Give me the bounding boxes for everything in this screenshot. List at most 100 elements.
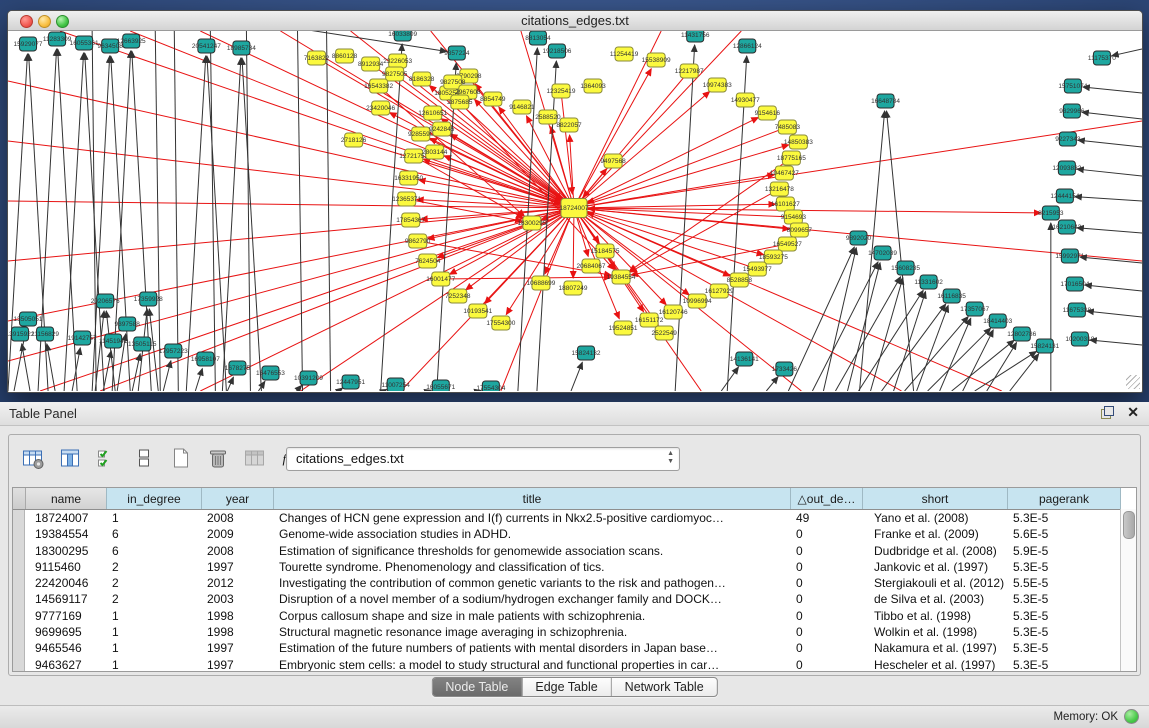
table-cell[interactable]: 0 xyxy=(790,608,862,624)
graph-node[interactable]: 15184575 xyxy=(591,244,620,258)
table-cell[interactable]: 1997 xyxy=(201,640,273,656)
graph-node[interactable]: 9862790 xyxy=(405,234,431,248)
table-cell[interactable]: 0 xyxy=(790,657,862,672)
graph-node[interactable]: 11007254 xyxy=(381,378,410,391)
graph-node[interactable]: 8813054 xyxy=(525,31,551,45)
table-cell[interactable]: 2008 xyxy=(201,543,273,559)
table-cell[interactable]: Hescheler et al. (1997) xyxy=(862,657,1007,672)
graph-node[interactable]: 9497568 xyxy=(600,154,626,168)
table-cell[interactable]: 2 xyxy=(106,559,201,575)
graph-node[interactable]: 20684067 xyxy=(577,259,606,273)
graph-node[interactable]: 10467427 xyxy=(770,166,799,180)
table-cell[interactable]: 19384554 xyxy=(25,526,106,542)
table-cell[interactable]: 1998 xyxy=(201,624,273,640)
table-cell[interactable]: Jankovic et al. (1997) xyxy=(862,559,1007,575)
graph-node[interactable]: 11175370 xyxy=(1088,51,1116,65)
table-cell[interactable]: 5.9E-5 xyxy=(1007,543,1120,559)
graph-node[interactable]: 12802786 xyxy=(1007,327,1036,341)
table-cell[interactable]: 5.3E-5 xyxy=(1007,657,1120,672)
graph-node[interactable]: 11283309 xyxy=(43,32,72,46)
graph-node[interactable]: 15824132 xyxy=(572,346,601,360)
graph-node[interactable]: 11331602 xyxy=(914,275,943,289)
column-header-outde[interactable]: △ out_de… xyxy=(791,488,863,509)
graph-node[interactable]: 15929077 xyxy=(14,37,43,51)
graph-node[interactable]: 8528858 xyxy=(727,273,753,287)
table-settings-icon[interactable] xyxy=(19,445,45,471)
table-cell[interactable]: 5.5E-5 xyxy=(1007,575,1120,591)
graph-node[interactable]: 19218506 xyxy=(542,44,571,58)
table-cell[interactable]: 6 xyxy=(106,543,201,559)
graph-node[interactable]: 19384554 xyxy=(607,270,636,284)
float-panel-icon[interactable] xyxy=(1101,406,1114,419)
table-row[interactable]: 2242004622012Investigating the contribut… xyxy=(13,575,1136,591)
graph-node[interactable]: 18985734 xyxy=(227,41,256,55)
graph-node[interactable]: 12447951 xyxy=(336,375,365,389)
graph-node[interactable]: 1364093 xyxy=(580,79,606,93)
table-row[interactable]: 946554611997Estimation of the future num… xyxy=(13,640,1136,656)
graph-node[interactable]: 19524851 xyxy=(609,321,638,335)
table-cell[interactable]: Tibbo et al. (1998) xyxy=(862,608,1007,624)
graph-node[interactable]: 12093832 xyxy=(1052,161,1081,175)
table-cell[interactable]: 2012 xyxy=(201,575,273,591)
table-cell[interactable]: 2 xyxy=(106,575,201,591)
network-canvas[interactable]: 9790298180525401261065192855901272175216… xyxy=(8,31,1142,391)
table-cell[interactable]: 2008 xyxy=(201,510,273,526)
graph-node[interactable]: 13216478 xyxy=(765,182,794,196)
graph-node[interactable]: 9329966 xyxy=(1059,104,1085,118)
table-cell[interactable]: 9115460 xyxy=(25,559,106,575)
graph-node[interactable]: 7485083 xyxy=(775,120,801,134)
table-cell[interactable]: 5.3E-5 xyxy=(1007,591,1120,607)
column-header-year[interactable]: year xyxy=(202,488,274,509)
graph-node[interactable]: 12444154 xyxy=(1050,189,1079,203)
graph-node[interactable]: 8099657 xyxy=(787,223,813,237)
graph-node[interactable]: 8854749 xyxy=(480,92,506,106)
graph-node[interactable]: 12610651 xyxy=(418,106,447,120)
table-cell[interactable]: 9699695 xyxy=(25,624,106,640)
table-cell[interactable]: 1 xyxy=(106,640,201,656)
graph-node[interactable]: 18807249 xyxy=(559,281,588,295)
graph-node[interactable]: 1678275 xyxy=(225,361,251,375)
close-panel-icon[interactable]: ✕ xyxy=(1127,405,1139,419)
table-cell[interactable]: 5.3E-5 xyxy=(1007,624,1120,640)
graph-node[interactable]: 8822057 xyxy=(556,118,582,132)
delete-trash-icon[interactable] xyxy=(204,445,230,471)
graph-node[interactable]: 10391209 xyxy=(294,371,323,385)
column-header-short[interactable]: short xyxy=(863,488,1008,509)
graph-node[interactable]: 8860128 xyxy=(332,49,358,63)
table-cell[interactable]: de Silva et al. (2003) xyxy=(862,591,1007,607)
graph-node[interactable]: 17357067 xyxy=(960,302,989,316)
table-cell[interactable]: 1997 xyxy=(201,559,273,575)
table-cell[interactable]: 5.3E-5 xyxy=(1007,510,1120,526)
table-row[interactable]: 969969511998Structural magnetic resonanc… xyxy=(13,624,1136,640)
table-cell[interactable]: 0 xyxy=(790,624,862,640)
table-cell[interactable]: 1 xyxy=(106,624,201,640)
graph-node[interactable]: 9154616 xyxy=(755,106,781,120)
table-cell[interactable]: 9777169 xyxy=(25,608,106,624)
graph-node[interactable]: 2522549 xyxy=(651,326,677,340)
graph-node[interactable]: 15824131 xyxy=(1030,339,1059,353)
table-cell[interactable]: Dudbridge et al. (2008) xyxy=(862,543,1007,559)
table-cell[interactable]: Structural magnetic resonance image aver… xyxy=(273,624,790,640)
graph-node[interactable]: 1733426 xyxy=(772,362,798,376)
graph-node[interactable]: 9357224 xyxy=(444,46,470,60)
graph-node[interactable]: 11254419 xyxy=(610,47,639,61)
table-cell[interactable]: 5.3E-5 xyxy=(1007,608,1120,624)
table-row[interactable]: 1872400712008Changes of HCN gene express… xyxy=(13,510,1136,526)
table-cell[interactable]: 1 xyxy=(106,657,201,672)
graph-hub-node[interactable]: 18724007 xyxy=(560,199,589,218)
table-cell[interactable]: 5.3E-5 xyxy=(1007,640,1120,656)
window-titlebar[interactable]: citations_edges.txt xyxy=(8,11,1142,31)
table-cell[interactable]: Embryonic stem cells: a model to study s… xyxy=(273,657,790,672)
table-cell[interactable]: Genome-wide association studies in ADHD. xyxy=(273,526,790,542)
table-cell[interactable]: 49 xyxy=(790,510,862,526)
table-cell[interactable]: Corpus callosum shape and size in male p… xyxy=(273,608,790,624)
graph-node[interactable]: 16127929 xyxy=(705,284,734,298)
citation-network-graph[interactable]: 9790298180525401261065192855901272175216… xyxy=(8,31,1142,391)
graph-node[interactable]: 17957223 xyxy=(159,344,188,358)
table-cell[interactable]: Tourette syndrome. Phenomenology and cla… xyxy=(273,559,790,575)
new-document-icon[interactable] xyxy=(167,445,193,471)
graph-node[interactable]: 15751074 xyxy=(1058,79,1087,93)
table-cell[interactable]: Changes of HCN gene expression and I(f) … xyxy=(273,510,790,526)
graph-node[interactable]: 20541247 xyxy=(192,39,221,53)
table-cell[interactable]: 18724007 xyxy=(25,510,106,526)
